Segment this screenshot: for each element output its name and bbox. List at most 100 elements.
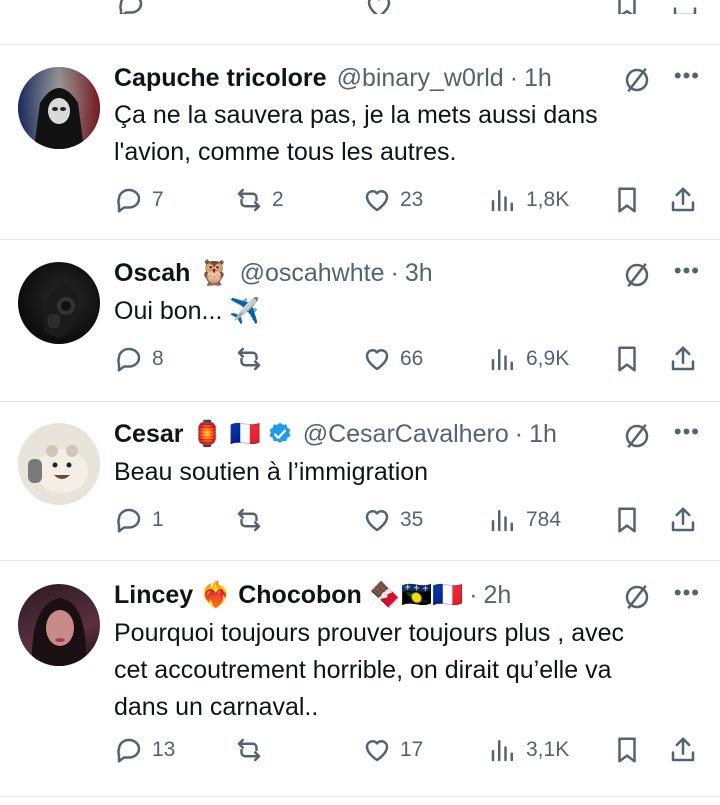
share-icon[interactable]: [670, 0, 700, 14]
bookmark-button[interactable]: [612, 732, 642, 768]
repost-button[interactable]: [234, 502, 272, 538]
grok-icon[interactable]: [622, 582, 652, 612]
views-count: 784: [526, 508, 562, 531]
repost-count: 2: [272, 188, 284, 211]
views-icon: [491, 190, 513, 212]
more-icon[interactable]: •••: [674, 63, 700, 89]
avatar[interactable]: [18, 584, 100, 666]
reply-count: 13: [152, 738, 176, 761]
bookmark-button[interactable]: [612, 341, 642, 377]
verified-badge-icon: [269, 422, 290, 443]
like-count: 66: [400, 347, 424, 370]
like-count: 17: [400, 738, 424, 761]
tweet-header: Lincey ❤️‍🔥 Chocobon 🍫🇬🇵🇫🇷 · 2h: [114, 578, 511, 612]
tweet-header: Cesar 🏮 🇫🇷 @CesarCavalhero · 1h: [114, 417, 557, 451]
previous-tweet-actions: [0, 0, 720, 14]
timestamp[interactable]: 1h: [529, 420, 557, 449]
like-button[interactable]: 35: [362, 502, 423, 538]
like-icon: [365, 510, 389, 532]
like-button[interactable]: 17: [362, 732, 423, 768]
bookmark-icon: [618, 737, 636, 763]
reply-button[interactable]: 8: [114, 341, 164, 377]
bookmark-button[interactable]: [612, 502, 642, 538]
reply-button[interactable]: 7: [114, 182, 164, 218]
tweet-header: Capuche tricolore @binary_w0rld · 1h: [114, 61, 552, 95]
like-icon[interactable]: [364, 0, 394, 14]
avatar[interactable]: [18, 423, 100, 505]
repost-button[interactable]: [234, 341, 272, 377]
views-icon: [491, 510, 513, 532]
share-button[interactable]: [668, 502, 698, 538]
name-emoji: 🍫🇬🇵🇫🇷: [369, 580, 464, 609]
separator-dot: ·: [390, 258, 399, 287]
tweet-text-line: Beau soutien à l’immigration: [114, 458, 429, 486]
more-icon[interactable]: •••: [674, 419, 700, 445]
reply-icon[interactable]: [116, 0, 146, 14]
tweet-text-line: Oui bon... ✈️: [114, 297, 261, 325]
tweet-text: Beau soutien à l’immigration: [114, 454, 694, 491]
display-name[interactable]: Cesar: [114, 420, 184, 449]
views-button[interactable]: 3,1K: [488, 732, 569, 768]
tweet-3[interactable]: Cesar 🏮 🇫🇷 @CesarCavalhero · 1h ••• Beau…: [0, 417, 720, 560]
like-button[interactable]: 23: [362, 182, 423, 218]
username[interactable]: @oscahwhte: [240, 259, 385, 288]
views-count: 1,8K: [526, 188, 570, 211]
views-icon: [491, 740, 513, 762]
avatar[interactable]: [18, 262, 100, 344]
reply-icon: [117, 347, 141, 372]
grok-icon[interactable]: [622, 260, 652, 290]
views-button[interactable]: 1,8K: [488, 182, 569, 218]
reply-count: 7: [152, 188, 164, 211]
tweet-1[interactable]: Capuche tricolore @binary_w0rld · 1h •••…: [0, 61, 720, 239]
separator-dot: ·: [469, 580, 478, 609]
tweet-4[interactable]: Lincey ❤️‍🔥 Chocobon 🍫🇬🇵🇫🇷 · 2h ••• Pour…: [0, 578, 720, 788]
share-button[interactable]: [668, 341, 698, 377]
repost-button[interactable]: [234, 732, 272, 768]
share-icon: [671, 346, 695, 371]
like-count: 35: [400, 508, 424, 531]
display-name[interactable]: Lincey ❤️‍🔥 Chocobon: [114, 581, 362, 610]
share-button[interactable]: [668, 732, 698, 768]
repost-icon: [237, 188, 261, 212]
bookmark-icon[interactable]: [612, 0, 642, 14]
timestamp[interactable]: 1h: [524, 64, 552, 93]
bookmark-icon: [618, 187, 636, 213]
more-icon[interactable]: •••: [674, 258, 700, 284]
separator-dot: ·: [514, 419, 524, 448]
tweet-header: Oscah 🦉 @oscahwhte · 3h: [114, 256, 433, 290]
views-button[interactable]: 6,9K: [488, 341, 569, 377]
grok-icon[interactable]: [622, 65, 652, 95]
bookmark-button[interactable]: [612, 182, 642, 218]
share-icon: [671, 507, 695, 532]
grok-icon[interactable]: [622, 421, 652, 451]
tweet-text-line: l'avion, comme tous les autres.: [114, 138, 457, 166]
avatar[interactable]: [18, 67, 100, 149]
tweet-actions: 8 66 6,9K: [114, 341, 704, 377]
tweet-text-line: Pourquoi toujours prouver toujours plus …: [114, 619, 625, 647]
like-button[interactable]: 66: [362, 341, 423, 377]
reply-button[interactable]: 1: [114, 502, 164, 538]
views-count: 3,1K: [526, 738, 570, 761]
like-icon: [365, 190, 389, 212]
divider: [0, 560, 720, 561]
reply-count: 8: [152, 347, 164, 370]
divider: [0, 44, 720, 45]
tweet-actions: 13 17 3,1K: [114, 732, 704, 768]
tweet-2[interactable]: Oscah 🦉 @oscahwhte · 3h ••• Oui bon... ✈…: [0, 256, 720, 401]
reply-button[interactable]: 13: [114, 732, 175, 768]
username[interactable]: @binary_w0rld: [337, 64, 504, 93]
views-button[interactable]: 784: [488, 502, 561, 538]
repost-icon: [237, 508, 261, 532]
reply-icon: [117, 188, 141, 213]
tweet-actions: 1 35 784: [114, 502, 704, 538]
repost-button[interactable]: 2: [234, 182, 284, 218]
reply-icon: [117, 738, 141, 763]
name-emoji: 🏮 🇫🇷: [191, 419, 261, 448]
more-icon[interactable]: •••: [674, 580, 700, 606]
timestamp[interactable]: 2h: [484, 581, 512, 610]
username[interactable]: @CesarCavalhero: [303, 420, 509, 449]
display-name[interactable]: Capuche tricolore: [114, 64, 327, 93]
timestamp[interactable]: 3h: [405, 259, 433, 288]
share-button[interactable]: [668, 182, 698, 218]
display-name[interactable]: Oscah: [114, 259, 190, 288]
